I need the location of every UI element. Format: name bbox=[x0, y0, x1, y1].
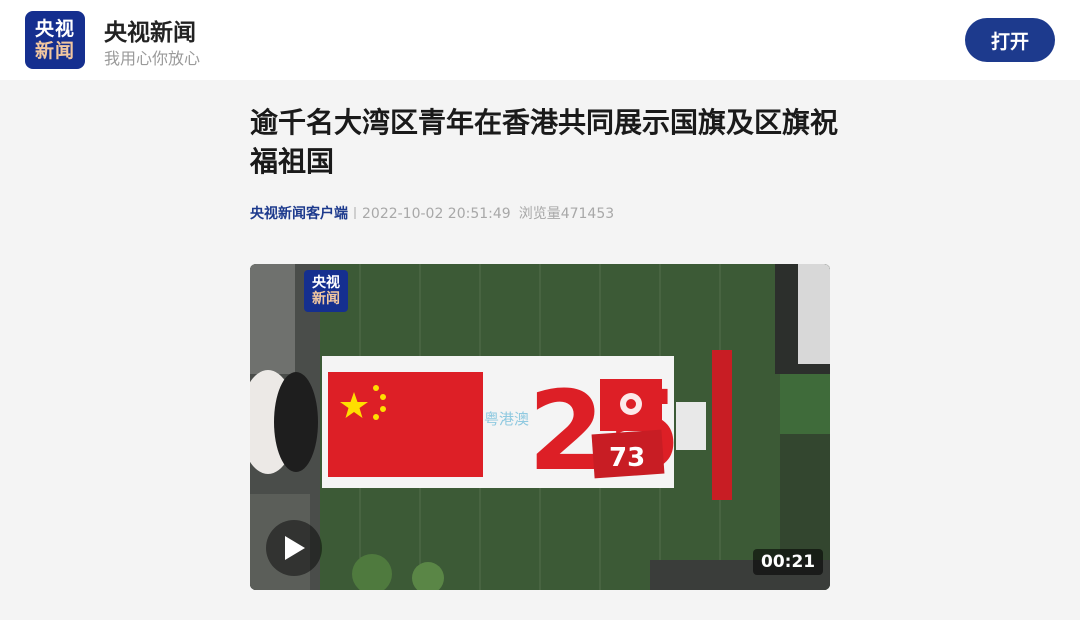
video-duration: 00:21 bbox=[753, 549, 824, 575]
open-app-button[interactable]: 打开 bbox=[965, 18, 1055, 62]
watermark-line1: 央视 bbox=[312, 275, 340, 291]
banner-text: 粤港澳 bbox=[484, 410, 529, 428]
app-slogan: 我用心你放心 bbox=[104, 49, 201, 68]
article-source[interactable]: 央视新闻客户端 bbox=[250, 206, 348, 222]
app-name: 央视新闻 bbox=[104, 20, 196, 46]
logo-line1: 央视 bbox=[34, 18, 75, 40]
views-count: 471453 bbox=[560, 206, 615, 222]
video-player[interactable]: 粤港澳 25 73 央视 新闻 00:21 bbox=[250, 264, 830, 590]
app-logo[interactable]: 央视 新闻 bbox=[25, 11, 85, 69]
play-icon bbox=[285, 536, 305, 560]
app-banner: 央视 新闻 央视新闻 我用心你放心 打开 bbox=[0, 0, 1080, 80]
badge-number: 73 bbox=[609, 443, 645, 473]
logo-line2: 新闻 bbox=[34, 40, 75, 62]
views-label: 浏览量 bbox=[518, 206, 561, 222]
publish-datetime: 2022-10-02 20:51:49 bbox=[362, 206, 511, 222]
watermark-line2: 新闻 bbox=[312, 291, 340, 307]
channel-watermark: 央视 新闻 bbox=[304, 270, 348, 312]
meta-divider bbox=[354, 207, 356, 219]
play-button[interactable] bbox=[266, 520, 322, 576]
video-thumbnail: 粤港澳 25 73 bbox=[250, 264, 830, 590]
article-title: 逾千名大湾区青年在香港共同展示国旗及区旗祝福祖国 bbox=[250, 106, 839, 178]
article-meta: 央视新闻客户端 2022-10-02 20:51:49 浏览量471453 bbox=[250, 203, 614, 223]
